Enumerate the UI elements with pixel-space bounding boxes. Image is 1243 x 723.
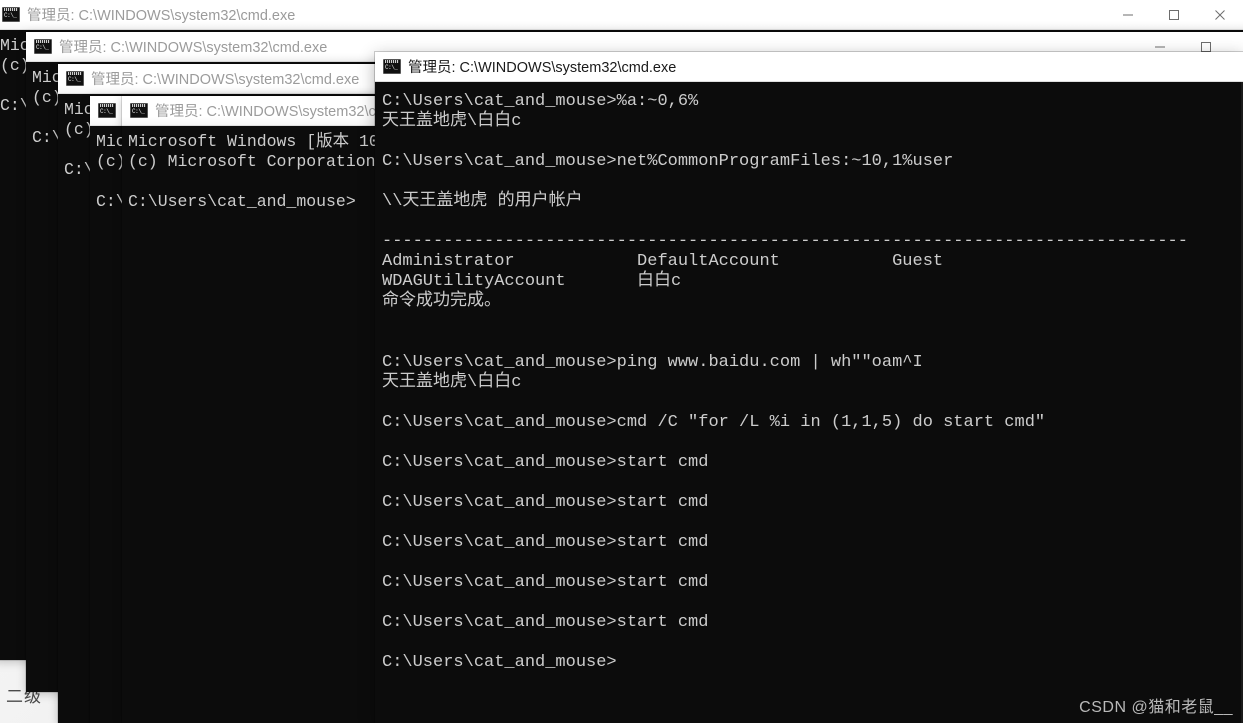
window-title-active: 管理员: C:\WINDOWS\system32\cmd.exe (408, 60, 677, 76)
cmd-app-icon (34, 39, 52, 54)
screen: 二级 管理员: C:\WINDOWS\system32\cmd.exe Micr… (0, 0, 1243, 723)
close-icon (1215, 9, 1225, 20)
close-button-1[interactable] (1197, 0, 1243, 29)
cmd-app-icon (130, 103, 148, 118)
cmd-app-icon (383, 59, 401, 74)
minimize-icon (1155, 46, 1165, 47)
window-controls-1 (1105, 0, 1243, 29)
cmd-app-icon (2, 7, 20, 22)
maximize-icon (1201, 41, 1211, 52)
cmd-app-icon (98, 103, 116, 118)
cmd-window-active[interactable]: 管理员: C:\WINDOWS\system32\cmd.exe C:\User… (375, 52, 1243, 723)
minimize-button-1[interactable] (1105, 0, 1151, 29)
minimize-icon (1123, 14, 1133, 15)
cmd-app-icon (66, 71, 84, 86)
maximize-icon (1169, 9, 1179, 20)
titlebar-active[interactable]: 管理员: C:\WINDOWS\system32\cmd.exe (375, 52, 1243, 82)
titlebar-1[interactable]: 管理员: C:\WINDOWS\system32\cmd.exe (0, 0, 1243, 30)
window-title-1: 管理员: C:\WINDOWS\system32\cmd.exe (27, 8, 296, 24)
maximize-button-1[interactable] (1151, 0, 1197, 29)
terminal-output-active[interactable]: C:\Users\cat_and_mouse>%a:~0,6% 天王盖地虎\白白… (375, 82, 1243, 723)
